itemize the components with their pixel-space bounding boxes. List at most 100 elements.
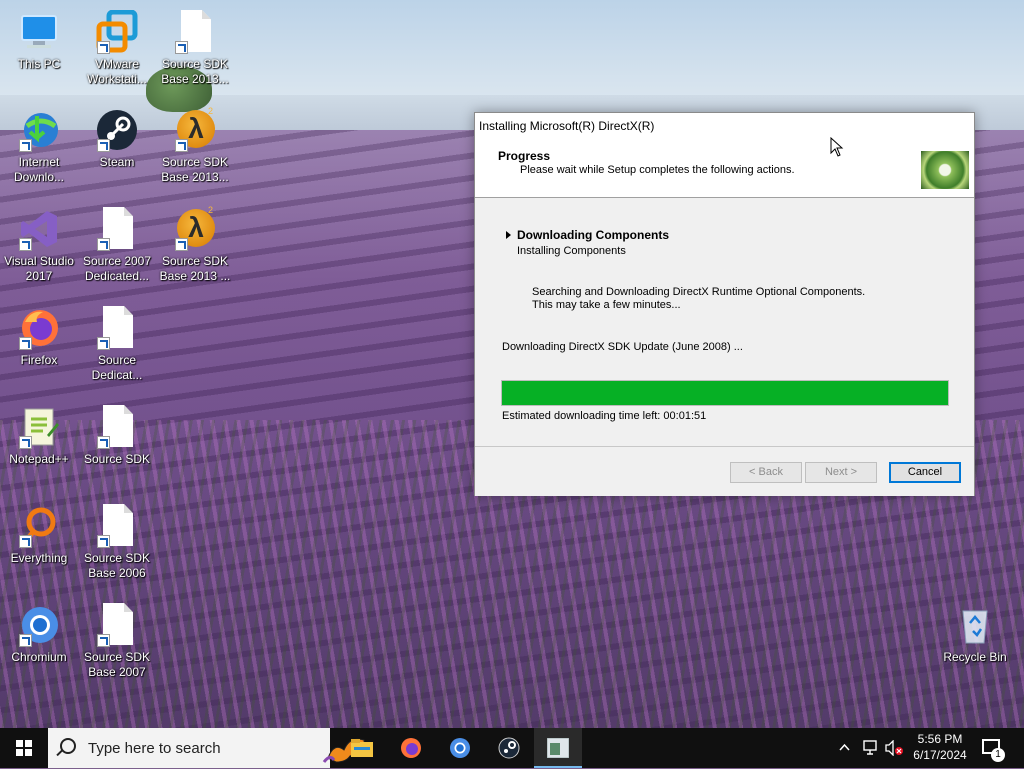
desktop-icon-label: Source SDK Base 2007 (83, 650, 151, 679)
vmware-icon (95, 9, 139, 54)
desktop-icon-label: Firefox (20, 353, 58, 367)
computer-icon (17, 10, 61, 54)
taskbar-file-explorer[interactable] (338, 728, 386, 768)
desktop-icon-recycle-bin[interactable]: Recycle Bin (936, 603, 1014, 665)
estimated-time-text: Estimated downloading time left: 00:01:5… (502, 410, 707, 422)
next-step-label: Installing Components (517, 245, 626, 257)
desktop-icon-source-sdk-base-2013-a[interactable]: Source SDK Base 2013... (156, 10, 234, 87)
notification-count-badge: 1 (991, 748, 1005, 762)
clock-time: 5:56 PM (917, 732, 963, 746)
notepad-plus-plus-icon (17, 405, 61, 449)
desktop-icon-label: Source SDK Base 2013... (161, 57, 229, 86)
shortcut-arrow-icon (19, 535, 32, 548)
desktop-icon-source-sdk-base-2006[interactable]: Source SDK Base 2006 (78, 504, 156, 581)
shortcut-arrow-icon (175, 139, 188, 152)
current-step-arrow-icon (506, 231, 511, 239)
taskbar-chromium[interactable] (436, 728, 484, 768)
firefox-icon (17, 306, 61, 350)
download-progress-bar (501, 380, 949, 406)
desktop-icon-this-pc[interactable]: This PC (0, 10, 78, 72)
shortcut-arrow-icon (19, 634, 32, 647)
dialog-body: Downloading Components Installing Compon… (475, 198, 974, 446)
current-step-label: Downloading Components (517, 228, 669, 242)
directx-setup-dialog[interactable]: Installing Microsoft(R) DirectX(R) Progr… (474, 112, 975, 496)
next-button[interactable]: Next > (805, 462, 877, 483)
desktop-icon-firefox[interactable]: Firefox (0, 306, 78, 368)
chromium-icon (450, 738, 470, 758)
desktop-icon-source-sdk-base-2013-b[interactable]: λ2 Source SDK Base 2013... (156, 106, 234, 185)
desktop-icon-steam[interactable]: Steam (78, 108, 156, 170)
back-button[interactable]: < Back (730, 462, 802, 483)
dialog-title-bar[interactable]: Installing Microsoft(R) DirectX(R) (475, 113, 974, 139)
taskbar-firefox[interactable] (387, 728, 435, 768)
shortcut-arrow-icon (97, 139, 110, 152)
document-file-icon (95, 207, 139, 251)
desktop-icon-label: Source SDK Base 2006 (83, 551, 151, 580)
desktop-icon-label: Internet Downlo... (13, 155, 65, 184)
progress-bar-fill (502, 381, 948, 405)
taskbar-steam[interactable] (485, 728, 533, 768)
desktop-icon-source-sdk-base-2013-c[interactable]: λ2 Source SDK Base 2013 ... (156, 205, 234, 284)
clock-date: 6/17/2024 (913, 748, 967, 762)
shortcut-arrow-icon (97, 436, 110, 449)
desktop-icon-source-sdk-base-2007[interactable]: Source SDK Base 2007 (78, 603, 156, 680)
desktop-icon-notepad-plus-plus[interactable]: Notepad++ (0, 405, 78, 467)
desktop-icon-label: Source SDK Base 2013 ... (159, 254, 231, 283)
desktop-icon-label: Chromium (11, 650, 67, 664)
desktop-icon-label: This PC (17, 57, 61, 71)
document-file-icon (95, 405, 139, 449)
steam-icon (95, 108, 139, 152)
everything-search-icon (17, 504, 61, 548)
desktop-icon-chromium[interactable]: Chromium (0, 603, 78, 665)
desktop-icon-label: Visual Studio 2017 (4, 254, 74, 283)
shortcut-arrow-icon (97, 41, 110, 54)
chromium-icon (17, 603, 61, 647)
firefox-icon (401, 738, 421, 758)
desktop-icon-label: Source SDK Base 2013... (161, 155, 229, 184)
visual-studio-icon (17, 207, 61, 251)
document-file-icon (95, 504, 139, 548)
dialog-header: Progress Please wait while Setup complet… (475, 139, 974, 198)
taskbar-directx-setup[interactable] (534, 728, 582, 768)
shortcut-arrow-icon (97, 634, 110, 647)
taskbar-clock[interactable]: 5:56 PM 6/17/2024 (906, 731, 974, 763)
desktop-icon-source-2007-dedicated[interactable]: Source 2007 Dedicated... (78, 207, 156, 284)
document-file-icon (95, 603, 139, 647)
dialog-footer: < Back Next > Cancel (475, 446, 974, 496)
status-message-line-1: Searching and Downloading DirectX Runtim… (532, 286, 866, 298)
shortcut-arrow-icon (175, 41, 188, 54)
taskbar: Type here to search 5:56 PM 6/17/2024 1 (0, 728, 1024, 768)
download-status-text: Downloading DirectX SDK Update (June 200… (502, 341, 743, 353)
taskbar-search-box[interactable]: Type here to search (48, 728, 365, 768)
network-icon[interactable] (862, 728, 880, 768)
directx-logo-icon (921, 151, 969, 189)
desktop-icon-visual-studio[interactable]: Visual Studio 2017 (0, 207, 78, 284)
document-file-icon (95, 306, 139, 350)
desktop-icon-label: Source Dedicat... (91, 353, 143, 382)
shortcut-arrow-icon (97, 337, 110, 350)
shortcut-arrow-icon (175, 238, 188, 251)
shortcut-arrow-icon (97, 238, 110, 251)
shortcut-arrow-icon (97, 535, 110, 548)
document-file-icon (173, 10, 217, 54)
start-button[interactable] (0, 728, 48, 768)
desktop-icon-label: Source SDK (83, 452, 151, 466)
setup-window-icon (547, 738, 569, 758)
idm-globe-icon (17, 108, 61, 152)
desktop-icon-label: Recycle Bin (943, 650, 1007, 664)
status-message-line-2: This may take a few minutes... (532, 299, 681, 311)
cancel-button[interactable]: Cancel (889, 462, 961, 483)
half-life-2-icon: λ2 (173, 106, 217, 152)
show-hidden-icons-chevron-up-icon[interactable] (838, 728, 850, 768)
desktop-icon-everything[interactable]: Everything (0, 504, 78, 566)
desktop-icon-source-sdk[interactable]: Source SDK (78, 405, 156, 467)
shortcut-arrow-icon (19, 139, 32, 152)
volume-muted-icon[interactable] (884, 728, 904, 768)
folder-icon (351, 739, 373, 757)
desktop-icon-source-dedicated[interactable]: Source Dedicat... (78, 306, 156, 383)
desktop-icon-label: Notepad++ (9, 452, 69, 466)
desktop-icon-internet-download-manager[interactable]: Internet Downlo... (0, 108, 78, 185)
header-subtitle: Please wait while Setup completes the fo… (520, 164, 795, 176)
desktop-icon-vmware-workstation[interactable]: VMware Workstati... (78, 9, 156, 87)
desktop-icon-label: Everything (10, 551, 68, 565)
